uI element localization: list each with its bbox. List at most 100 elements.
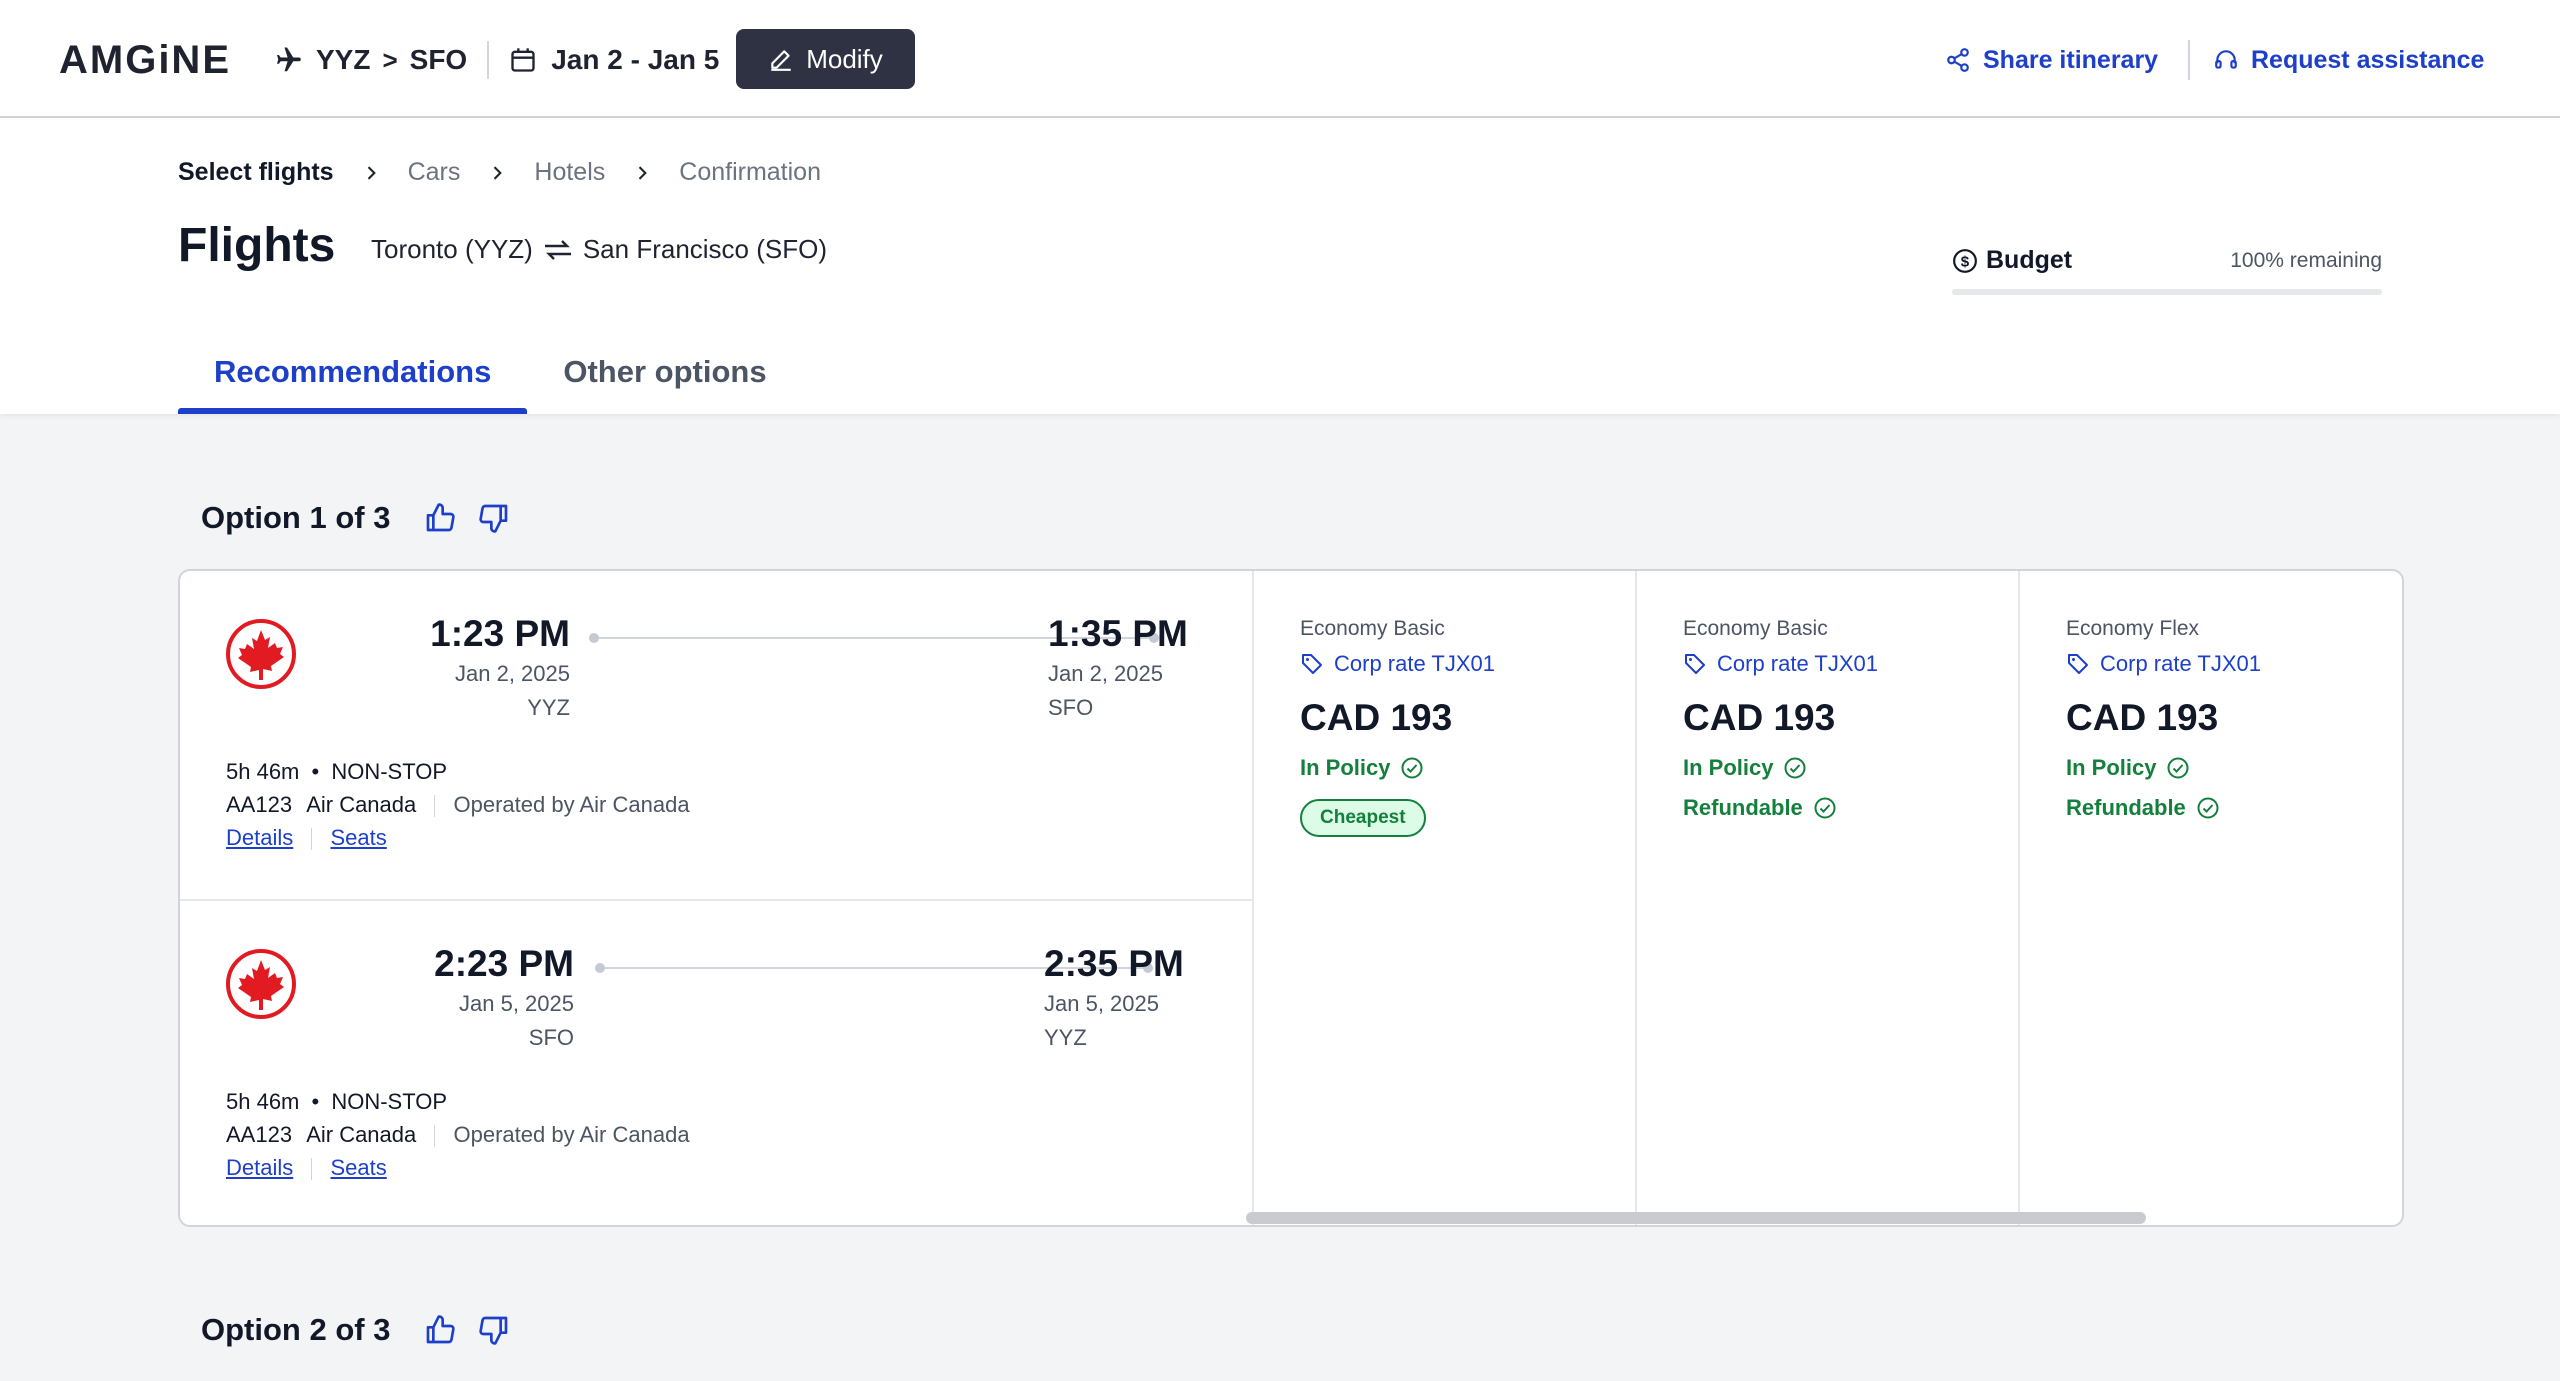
calendar-icon — [511, 48, 535, 72]
fare-option[interactable]: Economy Basic Corp rate TJX01 CAD 193 In… — [1637, 571, 2020, 1225]
option-title: Option 2 of 3 — [201, 1312, 391, 1347]
meta-bullet: • — [311, 759, 320, 784]
flight-stops: NON-STOP — [331, 1089, 448, 1114]
thumbs-down-icon[interactable] — [478, 502, 510, 534]
flight-meta: 5h 46m • NON-STOP AA123 Air Canada Opera… — [226, 1085, 690, 1184]
airplane-icon — [277, 47, 301, 72]
tag-icon — [1302, 654, 1322, 674]
check-circle-icon — [2167, 757, 2189, 779]
departure-time: 2:23 PM — [434, 943, 574, 984]
divider — [311, 828, 313, 851]
arrival-airport: SFO — [1048, 695, 1094, 720]
in-policy-flag: In Policy — [2066, 755, 2402, 781]
fare-price: CAD 193 — [1683, 697, 1836, 738]
share-label: Share itinerary — [1983, 45, 2159, 74]
breadcrumb: Select flights Cars Hotels Confirmation — [178, 158, 821, 187]
arrival-airport: YYZ — [1044, 1025, 1087, 1050]
breadcrumb-cars[interactable]: Cars — [408, 158, 461, 187]
request-assistance-link[interactable]: Request assistance — [2213, 40, 2484, 80]
trip-summary: YYZ > SFO Jan 2 - Jan 5 — [272, 40, 719, 80]
timeline-start-dot — [589, 633, 599, 643]
corp-rate-label: Corp rate TJX01 — [2100, 651, 2262, 676]
flight-leg-return: 2:23 PM Jan 5, 2025 SFO 2:35 PM Jan 5, 2… — [180, 899, 1254, 1225]
divider — [2188, 40, 2190, 80]
flight-legs: 1:23 PM Jan 2, 2025 YYZ 1:35 PM Jan 2, 2… — [180, 571, 1254, 1225]
corp-rate-label: Corp rate TJX01 — [1334, 651, 1496, 676]
cheapest-badge: Cheapest — [1300, 799, 1426, 837]
flight-number: AA123 — [226, 1122, 293, 1147]
arrival-block: 1:35 PM Jan 2, 2025 SFO — [1048, 613, 1248, 721]
tab-recommendations[interactable]: Recommendations — [178, 350, 528, 414]
assist-label: Request assistance — [2251, 45, 2485, 74]
operated-by: Operated by Air Canada — [453, 792, 690, 817]
fare-option[interactable]: Economy Flex Corp rate TJX01 CAD 193 In … — [2020, 571, 2402, 1225]
headset-icon — [2215, 50, 2237, 69]
thumbs-down-icon[interactable] — [478, 1314, 510, 1346]
option-heading: Option 1 of 3 — [201, 500, 510, 536]
option-title: Option 1 of 3 — [201, 500, 391, 535]
route-to: San Francisco (SFO) — [582, 234, 827, 264]
departure-block: 1:23 PM Jan 2, 2025 YYZ — [380, 613, 570, 721]
tag-icon — [1685, 654, 1705, 674]
flight-duration: 5h 46m — [226, 759, 300, 784]
thumbs-up-icon[interactable] — [424, 1314, 456, 1346]
flight-number: AA123 — [226, 792, 293, 817]
seats-link[interactable]: Seats — [331, 1155, 387, 1180]
tag-icon — [2068, 654, 2088, 674]
departure-time: 1:23 PM — [430, 613, 570, 654]
corp-rate: Corp rate TJX01 — [1683, 651, 2018, 677]
flight-duration: 5h 46m — [226, 1089, 300, 1114]
fare-class: Economy Basic — [1300, 617, 1445, 640]
details-link[interactable]: Details — [226, 825, 293, 850]
fare-class: Economy Flex — [2066, 617, 2200, 640]
airline-name: Air Canada — [306, 792, 417, 817]
departure-block: 2:23 PM Jan 5, 2025 SFO — [384, 943, 574, 1051]
seats-link[interactable]: Seats — [331, 825, 387, 850]
page-title: Flights — [178, 219, 336, 272]
flight-leg-outbound: 1:23 PM Jan 2, 2025 YYZ 1:35 PM Jan 2, 2… — [180, 571, 1254, 899]
breadcrumb-hotels[interactable]: Hotels — [534, 158, 605, 187]
breadcrumb-confirmation[interactable]: Confirmation — [679, 158, 821, 187]
thumbs-up-icon[interactable] — [424, 502, 456, 534]
divider — [487, 41, 490, 79]
corp-rate-label: Corp rate TJX01 — [1717, 651, 1879, 676]
timeline-start-dot — [595, 963, 605, 973]
breadcrumb-select-flights[interactable]: Select flights — [178, 158, 334, 187]
amgine-logo[interactable]: AMGiNE — [59, 38, 231, 83]
horizontal-scrollbar[interactable] — [1246, 1212, 2146, 1224]
flight-meta: 5h 46m • NON-STOP AA123 Air Canada Opera… — [226, 755, 690, 854]
air-canada-logo-icon — [226, 619, 296, 689]
fare-option[interactable]: Economy Basic Corp rate TJX01 CAD 193 In… — [1254, 571, 1637, 1225]
in-policy-flag: In Policy — [1683, 755, 2018, 781]
budget-label-group: $ Budget — [1952, 246, 2072, 275]
pencil-icon — [771, 50, 791, 71]
air-canada-logo-icon — [226, 949, 296, 1019]
divider — [434, 1125, 436, 1148]
refundable-flag: Refundable — [1683, 795, 2018, 821]
top-bar: AMGiNE YYZ > SFO Jan 2 - Jan 5 Modify Sh… — [0, 0, 2560, 118]
destination-code: SFO — [409, 44, 468, 75]
airline-name: Air Canada — [306, 1122, 417, 1147]
tab-other-options[interactable]: Other options — [527, 350, 802, 414]
modify-button[interactable]: Modify — [736, 29, 915, 89]
details-link[interactable]: Details — [226, 1155, 293, 1180]
option-heading: Option 2 of 3 — [201, 1312, 510, 1348]
departure-date: Jan 2, 2025 — [455, 661, 570, 686]
round-trip-arrows-icon — [544, 239, 571, 260]
route-from: Toronto (YYZ) — [371, 234, 533, 264]
dollar-circle-icon: $ — [1953, 248, 1977, 273]
departure-airport: SFO — [528, 1025, 574, 1050]
fare-price: CAD 193 — [2066, 697, 2219, 738]
in-policy-flag: In Policy — [1300, 755, 1635, 781]
route-description: Toronto (YYZ) San Francisco (SFO) — [371, 234, 827, 265]
meta-bullet: • — [311, 1089, 320, 1114]
in-policy-label: In Policy — [1300, 755, 1391, 780]
corp-rate: Corp rate TJX01 — [2066, 651, 2402, 677]
arrival-block: 2:35 PM Jan 5, 2025 YYZ — [1044, 943, 1244, 1051]
budget-remaining: 100% remaining — [2230, 248, 2382, 272]
share-itinerary-link[interactable]: Share itinerary — [1945, 40, 2158, 80]
chevron-right-icon — [494, 165, 503, 180]
arrival-time: 2:35 PM — [1044, 943, 1184, 984]
origin-code: YYZ — [316, 44, 371, 75]
chevron-right-icon — [639, 165, 648, 180]
